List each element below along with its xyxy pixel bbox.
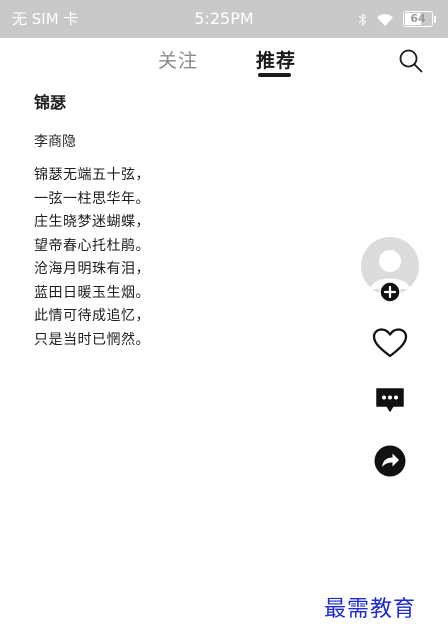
search-icon[interactable] xyxy=(398,48,424,74)
comment-icon[interactable] xyxy=(370,381,410,421)
poem-body: 锦瑟无端五十弦， 一弦一柱思华年。 庄生晓梦迷蝴蝶， 望帝春心托杜鹃。 沧海月明… xyxy=(34,164,334,352)
poem-line: 一弦一柱思华年。 xyxy=(34,190,150,207)
poem-line: 此情可待成追忆， xyxy=(34,308,150,324)
battery-level: 64 xyxy=(410,12,426,25)
status-bar: 无 SIM 卡 5:25PM 64 xyxy=(0,0,448,38)
poem-line: 望帝春心托杜鹃。 xyxy=(34,237,150,254)
wifi-icon xyxy=(375,12,395,27)
poem-line: 锦瑟无端五十弦， xyxy=(34,167,150,183)
top-nav: 关注 推荐 xyxy=(0,38,448,86)
watermark-text: 最需教育 xyxy=(324,597,417,622)
share-icon[interactable] xyxy=(370,441,410,481)
tab-recommend[interactable]: 推荐 xyxy=(256,46,296,73)
follow-plus-icon[interactable] xyxy=(379,281,401,303)
heart-icon[interactable] xyxy=(370,323,410,363)
poem-line: 沧海月明珠有泪， xyxy=(34,261,150,277)
bluetooth-icon xyxy=(358,12,367,27)
poem-line: 只是当时已惘然。 xyxy=(34,331,150,348)
poem-line: 蓝田日暖玉生烟。 xyxy=(34,284,150,301)
poem-line: 庄生晓梦迷蝴蝶， xyxy=(34,214,150,230)
active-tab-indicator xyxy=(258,73,291,77)
author-avatar-group xyxy=(361,237,419,303)
poem-author: 李商隐 xyxy=(34,134,76,150)
poem-title: 锦瑟 xyxy=(34,93,67,112)
status-icons: 64 xyxy=(358,0,436,38)
tab-follow[interactable]: 关注 xyxy=(158,46,198,73)
app-screen: 无 SIM 卡 5:25PM 64 关注 推荐 锦瑟 李商隐 锦瑟无端五十弦， … xyxy=(0,0,448,624)
battery-cap xyxy=(434,15,436,23)
poem-card: 锦瑟 李商隐 锦瑟无端五十弦， 一弦一柱思华年。 庄生晓梦迷蝴蝶， 望帝春心托杜… xyxy=(34,86,334,352)
battery-body: 64 xyxy=(403,11,433,27)
battery-icon: 64 xyxy=(403,11,436,27)
